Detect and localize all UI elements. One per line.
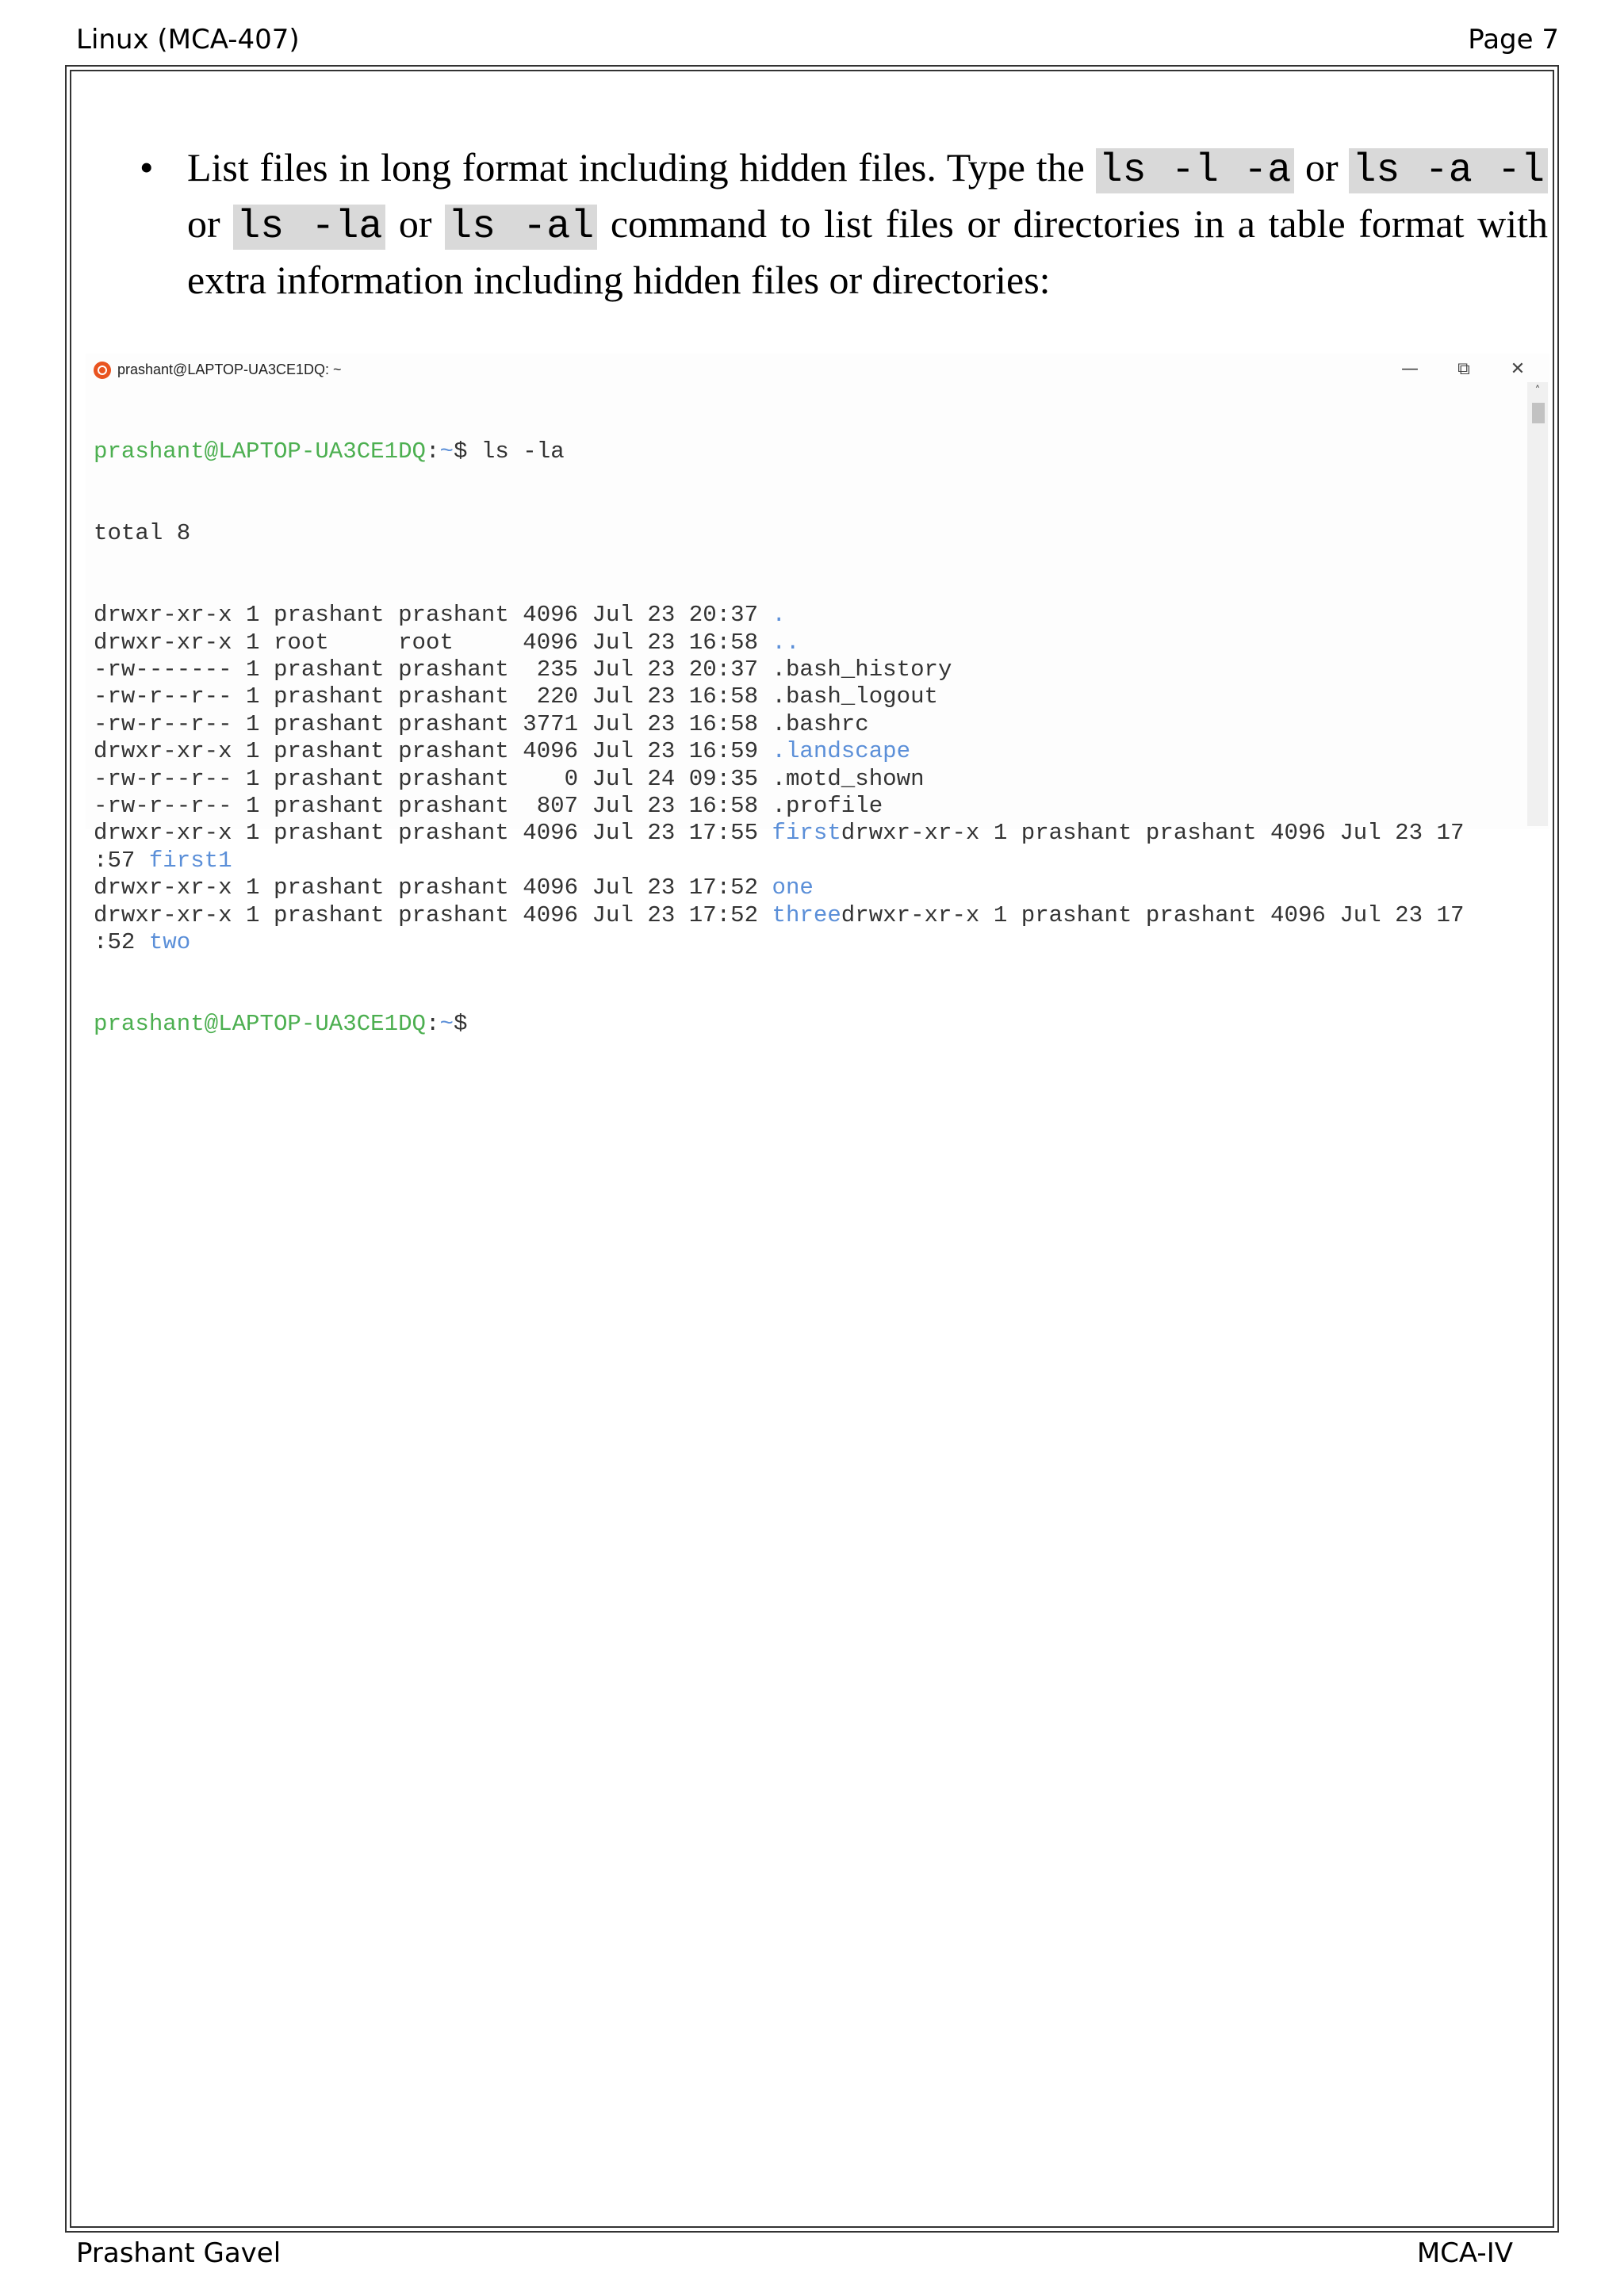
row-meta: drwxr-xr-x 1 prashant prashant 4096 Jul … (94, 874, 772, 901)
terminal-output[interactable]: prashant@LAPTOP-UA3CE1DQ:~$ ls -la total… (94, 384, 1521, 1093)
row-meta: :57 (94, 847, 149, 874)
close-button[interactable]: ✕ (1494, 354, 1542, 385)
listing-row: -rw-r--r-- 1 prashant prashant 807 Jul 2… (94, 793, 1521, 820)
code-snippet: ls -la (233, 205, 386, 250)
listing-row: -rw------- 1 prashant prashant 235 Jul 2… (94, 656, 1521, 683)
row-meta: -rw-r--r-- 1 prashant prashant 3771 Jul … (94, 710, 772, 737)
listing-row: drwxr-xr-x 1 prashant prashant 4096 Jul … (94, 874, 1521, 901)
listing-row: -rw-r--r-- 1 prashant prashant 220 Jul 2… (94, 683, 1521, 710)
prompt-path: ~ (439, 1011, 454, 1038)
listing-row: :57 first1 (94, 848, 1521, 874)
row-filename: . (772, 602, 786, 629)
bullet-text-part: List files in long format including hidd… (187, 145, 1096, 189)
terminal-titlebar[interactable]: prashant@LAPTOP-UA3CE1DQ: ~ — ⧉ ✕ (86, 354, 1549, 385)
row-filename: .bash_logout (772, 683, 939, 710)
row-meta: drwxr-xr-x 1 root root 4096 Jul 23 16:58 (94, 629, 772, 656)
row-meta: drwxr-xr-x 1 prashant prashant 4096 Jul … (94, 738, 772, 765)
vertical-scrollbar[interactable]: ˄ (1527, 382, 1548, 826)
prompt-dollar: $ (453, 438, 468, 465)
code-snippet: ls -al (445, 205, 598, 250)
bullet-text-part: or (187, 201, 234, 246)
bullet-text: List files in long format including hidd… (187, 141, 1549, 307)
page-header-title: Linux (MCA-407) (76, 24, 300, 55)
prompt-path: ~ (439, 438, 454, 465)
listing-row: drwxr-xr-x 1 prashant prashant 4096 Jul … (94, 902, 1521, 929)
row-filename: three (772, 901, 841, 928)
row-filename: first1 (148, 847, 232, 874)
listing-row: :52 two (94, 929, 1521, 956)
listing-row: -rw-r--r-- 1 prashant prashant 3771 Jul … (94, 711, 1521, 738)
listing-row: drwxr-xr-x 1 prashant prashant 4096 Jul … (94, 820, 1521, 847)
terminal-window[interactable]: prashant@LAPTOP-UA3CE1DQ: ~ — ⧉ ✕ prasha… (86, 354, 1549, 1037)
ubuntu-icon (94, 362, 111, 379)
row-meta: -rw-r--r-- 1 prashant prashant 807 Jul 2… (94, 792, 772, 819)
prompt-separator: : (426, 1011, 440, 1038)
scroll-up-arrow-icon[interactable]: ˄ (1527, 382, 1548, 400)
row-filename: first (772, 820, 841, 847)
row-meta: -rw-r--r-- 1 prashant prashant 0 Jul 24 … (94, 765, 772, 792)
row-wrapped-tail: drwxr-xr-x 1 prashant prashant 4096 Jul … (841, 901, 1465, 928)
total-line: total 8 (94, 520, 191, 547)
typed-command: ls -la (467, 438, 565, 465)
row-filename: .bashrc (772, 710, 869, 737)
code-snippet: ls -l -a (1095, 148, 1295, 193)
footer-course: MCA-IV (1416, 2237, 1513, 2269)
code-snippet: ls -a -l (1349, 148, 1549, 193)
row-meta: drwxr-xr-x 1 prashant prashant 4096 Jul … (94, 602, 772, 629)
listing-row: -rw-r--r-- 1 prashant prashant 0 Jul 24 … (94, 766, 1521, 793)
restore-button[interactable]: ⧉ (1440, 354, 1488, 385)
prompt-user: prashant@LAPTOP-UA3CE1DQ (94, 438, 427, 465)
terminal-prompt-line: prashant@LAPTOP-UA3CE1DQ:~$ (94, 1011, 1521, 1038)
row-filename: .motd_shown (772, 765, 925, 792)
listing-row: drwxr-xr-x 1 prashant prashant 4096 Jul … (94, 738, 1521, 765)
bullet-text-part: or (1294, 145, 1350, 189)
footer-author: Prashant Gavel (76, 2237, 282, 2269)
terminal-title: prashant@LAPTOP-UA3CE1DQ: ~ (117, 362, 342, 377)
row-filename: .profile (772, 792, 883, 819)
row-meta: -rw------- 1 prashant prashant 235 Jul 2… (94, 656, 772, 683)
row-wrapped-tail: drwxr-xr-x 1 prashant prashant 4096 Jul … (841, 820, 1465, 847)
listing-row: drwxr-xr-x 1 root root 4096 Jul 23 16:58… (94, 629, 1521, 656)
row-filename: .. (772, 629, 800, 656)
terminal-prompt-line: prashant@LAPTOP-UA3CE1DQ:~$ ls -la (94, 438, 1521, 465)
prompt-user: prashant@LAPTOP-UA3CE1DQ (94, 1011, 427, 1038)
prompt-separator: : (426, 438, 440, 465)
row-meta: drwxr-xr-x 1 prashant prashant 4096 Jul … (94, 901, 772, 928)
bullet-icon: • (140, 145, 154, 189)
bullet-text-part: or (385, 201, 446, 246)
row-filename: one (772, 874, 814, 901)
prompt-dollar: $ (453, 1011, 468, 1038)
row-meta: -rw-r--r-- 1 prashant prashant 220 Jul 2… (94, 683, 772, 710)
bullet-paragraph: • List files in long format including hi… (140, 141, 1549, 307)
listing-row: drwxr-xr-x 1 prashant prashant 4096 Jul … (94, 602, 1521, 629)
row-meta: :52 (94, 928, 149, 955)
listing-rows: drwxr-xr-x 1 prashant prashant 4096 Jul … (94, 602, 1521, 956)
scroll-thumb[interactable] (1532, 403, 1545, 423)
row-filename: .bash_history (772, 656, 952, 683)
row-filename: two (148, 928, 191, 955)
row-meta: drwxr-xr-x 1 prashant prashant 4096 Jul … (94, 820, 772, 847)
page-number: Page 7 (1468, 24, 1559, 55)
minimize-button[interactable]: — (1386, 354, 1434, 385)
row-filename: .landscape (772, 738, 911, 765)
